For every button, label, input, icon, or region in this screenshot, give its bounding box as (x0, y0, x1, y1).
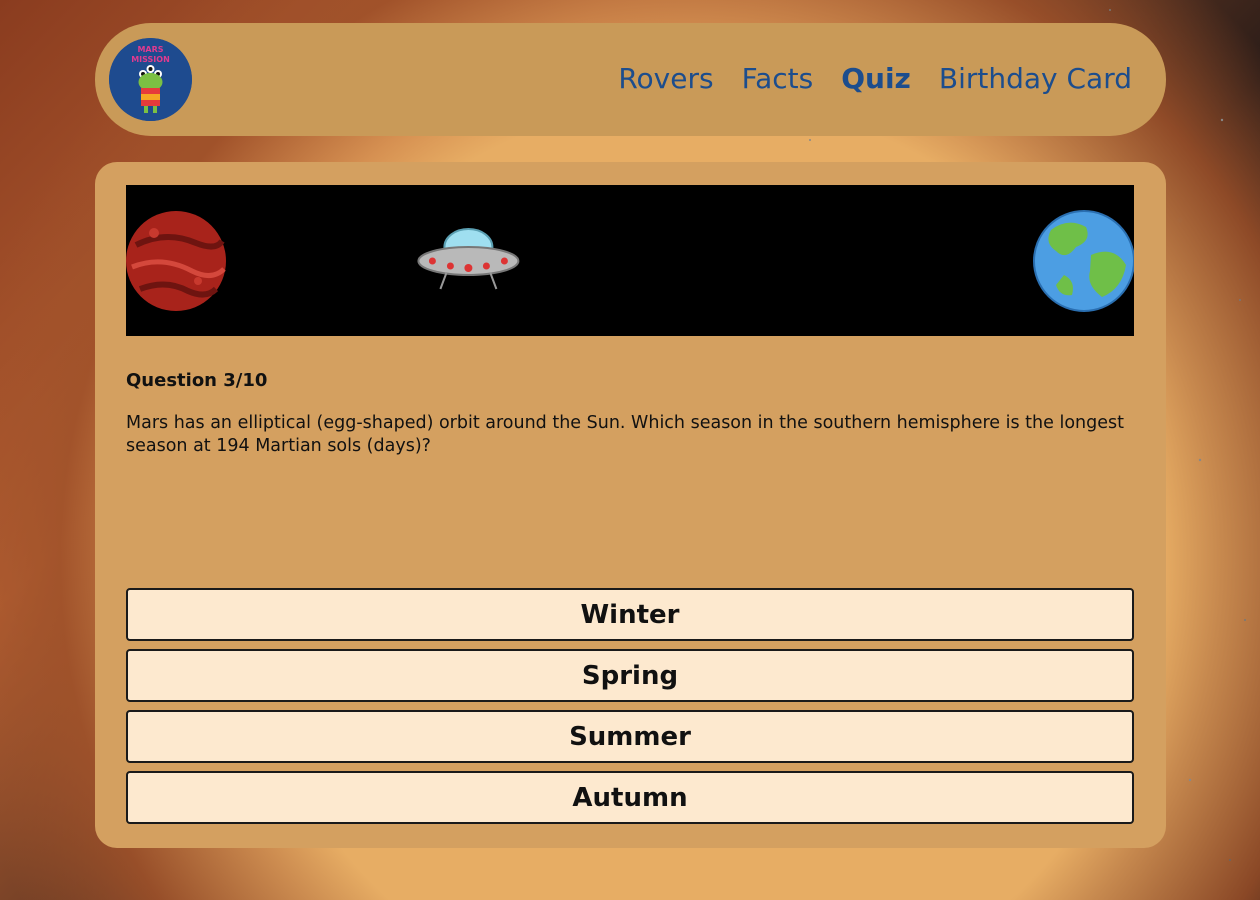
site-header: MARS MISSION Rovers Facts Quiz Birthday … (95, 23, 1166, 136)
progress-scene (126, 210, 1134, 312)
answer-button-summer[interactable]: Summer (126, 710, 1134, 763)
nav-rovers[interactable]: Rovers (618, 59, 713, 99)
ufo-icon (417, 228, 520, 290)
nav-quiz[interactable]: Quiz (841, 59, 911, 99)
question-number: Question 3/10 (126, 370, 268, 391)
answer-button-autumn[interactable]: Autumn (126, 771, 1134, 824)
svg-text:MARS: MARS (137, 45, 163, 54)
svg-text:MISSION: MISSION (131, 55, 170, 64)
answer-button-spring[interactable]: Spring (126, 649, 1134, 702)
quiz-card: Question 3/10 Mars has an elliptical (eg… (95, 162, 1166, 848)
mars-planet-icon (126, 211, 226, 311)
nav-facts[interactable]: Facts (742, 59, 814, 99)
main-nav: Rovers Facts Quiz Birthday Card (618, 59, 1132, 99)
question-text: Mars has an elliptical (egg-shaped) orbi… (126, 413, 1124, 456)
mars-mission-logo[interactable]: MARS MISSION (109, 38, 192, 121)
earth-planet-icon (1033, 210, 1134, 312)
answer-list: Winter Spring Summer Autumn (126, 588, 1134, 832)
quiz-progress-track (126, 185, 1134, 336)
alien-logo-icon: MARS MISSION (109, 38, 192, 121)
nav-birthday-card[interactable]: Birthday Card (939, 59, 1132, 99)
answer-button-winter[interactable]: Winter (126, 588, 1134, 641)
